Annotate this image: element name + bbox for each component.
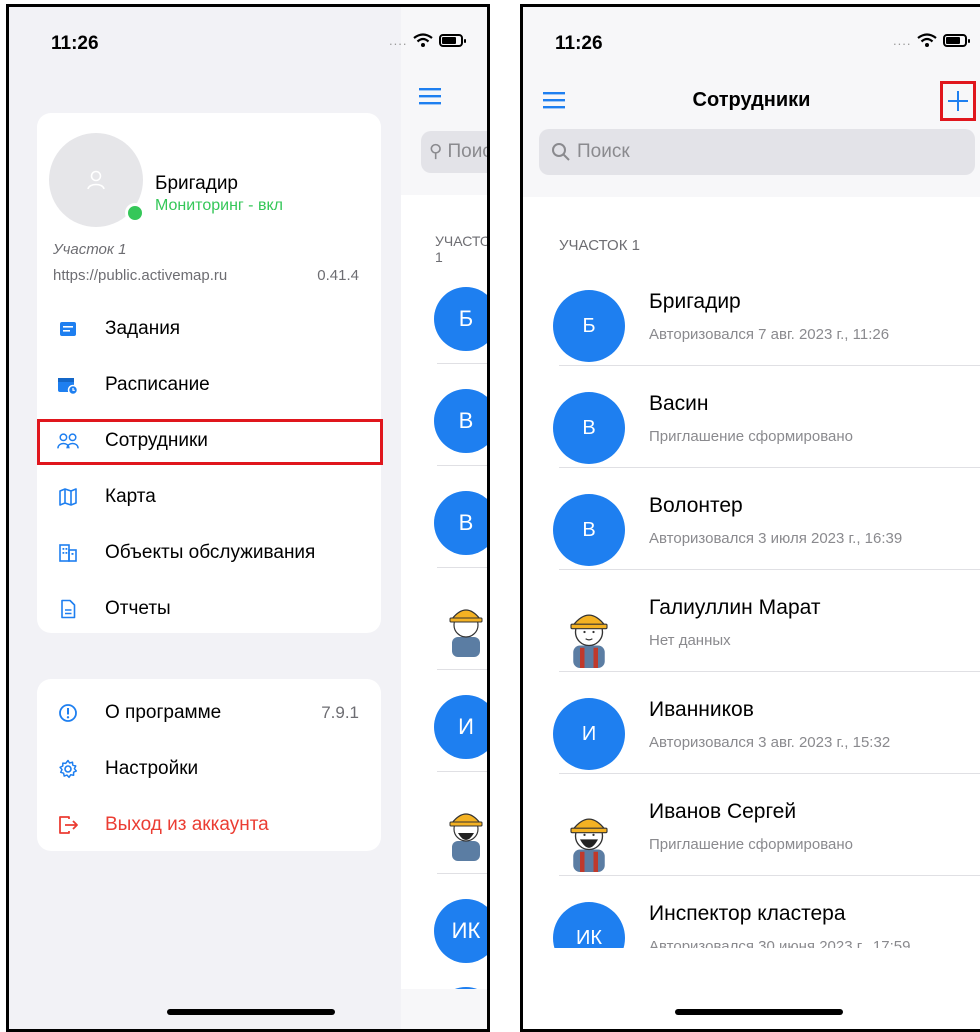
menu-label-schedule: Расписание	[105, 374, 210, 395]
search-placeholder: Поиск	[577, 141, 630, 162]
building-icon	[57, 542, 79, 564]
document-icon	[57, 598, 79, 620]
menu-label-about: О программе	[105, 702, 222, 723]
search-icon	[552, 143, 570, 161]
status-time: 11:26	[555, 33, 603, 54]
employee-name: Волонтер	[649, 494, 743, 517]
status-icons: ....	[893, 33, 971, 48]
list-item[interactable]: Б Бригадир Авторизовался 7 авг. 2023 г.,…	[539, 264, 980, 366]
employee-name: Васин	[649, 392, 709, 415]
employee-status: Авторизовался 3 авг. 2023 г., 15:32	[649, 734, 891, 751]
avatar: И	[553, 698, 625, 770]
behind-avatar: В	[434, 389, 487, 453]
employees-list: Б Бригадир Авторизовался 7 авг. 2023 г.,…	[539, 264, 980, 994]
user-name: Бригадир	[155, 173, 238, 194]
home-indicator[interactable]	[167, 1009, 335, 1015]
behind-search-input[interactable]: ⚲ Поиск	[421, 131, 487, 173]
employees-highlight-box	[37, 419, 383, 465]
home-indicator[interactable]	[675, 1009, 843, 1015]
list-item[interactable]: Иванов Сергей Приглашение сформировано	[539, 774, 980, 876]
page-title: Сотрудники	[692, 89, 811, 111]
behind-avatar: В	[434, 491, 487, 555]
app-version: 7.9.1	[321, 703, 359, 722]
employee-name: Галиуллин Марат	[649, 596, 821, 619]
plus-icon	[948, 91, 968, 111]
avatar: В	[553, 392, 625, 464]
battery-icon	[943, 34, 971, 47]
signal-dots: ....	[389, 33, 408, 48]
monitoring-status: Мониторинг - вкл	[155, 197, 283, 214]
menu-item-logout[interactable]: Выход из аккаунта	[37, 801, 381, 849]
behind-avatar: И	[434, 695, 487, 759]
employee-status: Приглашение сформировано	[649, 836, 853, 853]
status-time: 11:26	[51, 33, 99, 54]
behind-list: Б В В И ИК	[425, 263, 487, 1029]
employee-name: Иванов Сергей	[649, 800, 797, 823]
menu-label-service-objects: Объекты обслуживания	[105, 542, 316, 563]
list-item[interactable]: В Волонтер Авторизовался 3 июля 2023 г.,…	[539, 468, 980, 570]
tasks-icon	[57, 318, 79, 340]
search-icon: ⚲	[429, 141, 443, 161]
behind-worker-avatar	[434, 593, 487, 657]
employee-status: Авторизовался 3 июля 2023 г., 16:39	[649, 530, 903, 547]
list-item[interactable]: И Иванников Авторизовался 3 авг. 2023 г.…	[539, 672, 980, 774]
section-title: УЧАСТОК 1	[559, 237, 640, 254]
behind-section-title: УЧАСТОК 1	[435, 233, 490, 265]
logout-icon	[57, 814, 79, 836]
employee-status: Нет данных	[649, 632, 731, 649]
background-screen[interactable]: .... ⚲ Поиск УЧАСТОК 1 Б В В И ИК	[389, 7, 490, 1029]
employee-name: Инспектор кластера	[649, 902, 846, 925]
add-employee-button[interactable]	[940, 81, 976, 121]
side-menu: 11:26 Бригадир Мониторинг - вкл Участок …	[9, 7, 401, 1029]
menu-item-service-objects[interactable]: Объекты обслуживания	[37, 529, 381, 577]
employee-name: Иванников	[649, 698, 754, 721]
employee-status: Авторизовался 7 авг. 2023 г., 11:26	[649, 326, 890, 343]
search-input[interactable]: Поиск	[539, 129, 975, 175]
wifi-icon	[917, 33, 938, 47]
list-item[interactable]: Галиуллин Марат Нет данных	[539, 570, 980, 672]
menu-item-map[interactable]: Карта	[37, 473, 381, 521]
profile-card: Бригадир Мониторинг - вкл Участок 1 http…	[37, 113, 381, 633]
district-label: Участок 1	[53, 241, 127, 258]
signal-dots: ....	[893, 33, 912, 48]
battery-icon	[439, 34, 467, 47]
employee-status: Приглашение сформировано	[649, 428, 853, 445]
avatar: Б	[553, 290, 625, 362]
app-card: О программе 7.9.1 Настройки Выход из акк…	[37, 679, 381, 851]
core-version: 0.41.4	[317, 267, 359, 284]
map-icon	[57, 486, 79, 508]
behind-worker-avatar	[434, 797, 487, 861]
menu-item-tasks[interactable]: Задания	[37, 305, 381, 353]
avatar: В	[553, 494, 625, 566]
worker-avatar-icon	[553, 800, 625, 872]
menu-label-map: Карта	[105, 486, 156, 507]
online-status-dot	[125, 203, 145, 223]
employee-name: Бригадир	[649, 290, 741, 313]
drawer-screen: 11:26 Бригадир Мониторинг - вкл Участок …	[6, 4, 490, 1032]
menu-item-settings[interactable]: Настройки	[37, 745, 381, 793]
menu-item-schedule[interactable]: Расписание	[37, 361, 381, 409]
menu-item-reports[interactable]: Отчеты	[37, 585, 381, 633]
list-item[interactable]: В Васин Приглашение сформировано	[539, 366, 980, 468]
employees-screen: 11:26 .... Сотрудники Поиск УЧАСТОК 1 Б …	[520, 4, 980, 1032]
menu-item-about[interactable]: О программе 7.9.1	[37, 689, 381, 737]
menu-label-settings: Настройки	[105, 758, 199, 779]
behind-avatar: ИК	[434, 899, 487, 963]
menu-label-tasks: Задания	[105, 318, 181, 339]
behind-avatar: Б	[434, 287, 487, 351]
worker-avatar-icon	[553, 596, 625, 668]
info-icon	[57, 702, 79, 724]
menu-label-logout: Выход из аккаунта	[105, 814, 269, 835]
server-url: https://public.activemap.ru	[53, 267, 228, 284]
wifi-icon	[413, 33, 434, 47]
hamburger-menu-icon	[419, 88, 441, 105]
user-placeholder-icon	[87, 170, 105, 190]
calendar-icon	[57, 374, 79, 396]
gear-icon	[57, 758, 79, 780]
status-icons: ....	[389, 33, 467, 48]
menu-label-reports: Отчеты	[105, 598, 171, 619]
